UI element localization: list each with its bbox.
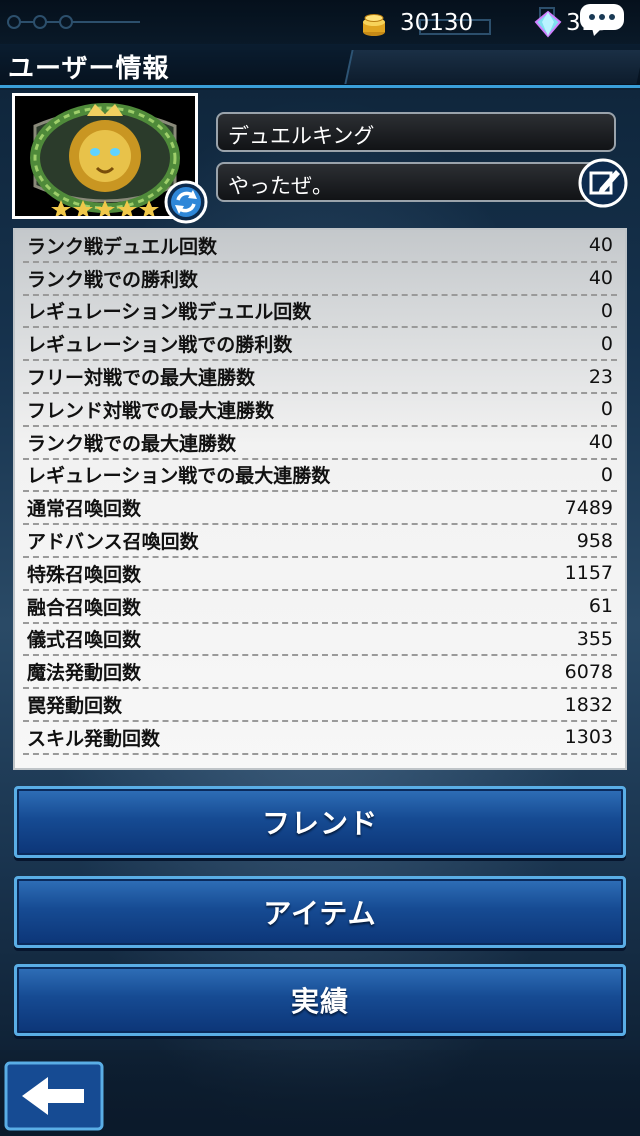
- back-button[interactable]: [4, 1061, 104, 1131]
- list-item: 儀式召喚回数 355: [23, 624, 617, 657]
- currency-bar: [344, 50, 640, 84]
- stat-value: 6078: [564, 660, 613, 683]
- stat-label: レギュレーション戦での最大連勝数: [27, 465, 331, 488]
- item-button[interactable]: アイテム: [14, 876, 626, 948]
- stat-label: 通常召喚回数: [27, 498, 142, 521]
- stat-value: 958: [576, 529, 613, 552]
- stat-label: フレンド対戦での最大連勝数: [27, 399, 275, 422]
- stats-list[interactable]: ランク戦デュエル回数 40 ランク戦での勝利数 40 レギュレーション戦デュエル回数…: [13, 228, 627, 770]
- stat-label: ランク戦デュエル回数: [27, 235, 218, 258]
- stat-value: 0: [600, 332, 613, 355]
- achievement-button-label: 実績: [290, 985, 349, 1018]
- page-title: ユーザー情報: [8, 54, 170, 84]
- player-comment-field: やったぜ。: [216, 162, 616, 202]
- friend-button-label: フレンド: [261, 807, 378, 840]
- stat-value: 23: [588, 365, 613, 388]
- stat-label: ランク戦での最大連勝数: [27, 432, 237, 455]
- list-item: フレンド対戦での最大連勝数 0: [23, 394, 617, 427]
- achievement-button[interactable]: 実績: [14, 964, 626, 1036]
- list-item: レギュレーション戦での勝利数 0: [23, 328, 617, 362]
- list-item: レギュレーション戦デュエル回数 0: [23, 296, 617, 329]
- stat-label: ランク戦での勝利数: [27, 268, 199, 291]
- list-item: 融合召喚回数 61: [23, 591, 617, 624]
- stat-value: 40: [588, 267, 613, 290]
- list-item: レギュレーション戦での最大連勝数 0: [23, 460, 617, 493]
- list-item: アドバンス召喚回数 958: [23, 525, 617, 558]
- chat-icon[interactable]: [578, 2, 626, 38]
- stat-label: 特殊召喚回数: [27, 563, 142, 586]
- stat-label: 儀式召喚回数: [27, 629, 142, 652]
- stat-value: 0: [600, 463, 613, 486]
- stat-label: スキル発動回数: [27, 727, 161, 750]
- stat-value: 61: [588, 595, 613, 618]
- list-item: 魔法発動回数 6078: [23, 656, 617, 690]
- list-item: 特殊召喚回数 1157: [23, 558, 617, 591]
- list-item: 通常召喚回数 7489: [23, 492, 617, 526]
- stat-label: アドバンス召喚回数: [27, 531, 199, 554]
- player-name-field: デュエルキング: [216, 112, 616, 152]
- edit-icon[interactable]: [578, 158, 628, 208]
- stat-label: レギュレーション戦デュエル回数: [27, 301, 312, 324]
- stat-label: 罠発動回数: [27, 695, 123, 718]
- list-item: ランク戦デュエル回数 40: [23, 230, 617, 263]
- list-item: 罠発動回数 1832: [23, 689, 617, 722]
- stat-value: 0: [600, 299, 613, 322]
- stat-value: 40: [588, 431, 613, 454]
- stat-value: 1832: [564, 693, 613, 716]
- stat-label: フリー対戦での最大連勝数: [27, 367, 256, 390]
- stat-value: 1303: [564, 726, 613, 749]
- stat-label: 融合召喚回数: [27, 596, 142, 619]
- stat-value: 7489: [564, 496, 613, 519]
- list-item: スキル発動回数 1303: [23, 722, 617, 755]
- list-item: ランク戦での最大連勝数 40: [23, 427, 617, 460]
- stat-value: 0: [600, 398, 613, 421]
- friend-button[interactable]: フレンド: [14, 786, 626, 858]
- stat-label: レギュレーション戦での勝利数: [27, 334, 293, 357]
- coin-icon: [363, 14, 385, 36]
- coin-count: 30130: [400, 10, 474, 36]
- list-item: ランク戦での勝利数 40: [23, 263, 617, 296]
- item-button-label: アイテム: [263, 897, 377, 930]
- stat-value: 1157: [564, 562, 613, 585]
- refresh-icon[interactable]: [164, 180, 208, 224]
- header-bar: ユーザー情報: [0, 44, 640, 88]
- list-item: フリー対戦での最大連勝数 23: [23, 361, 617, 394]
- gem-icon: [534, 10, 562, 38]
- stat-value: 355: [576, 627, 613, 650]
- stat-value: 40: [588, 234, 613, 257]
- stat-label: 魔法発動回数: [27, 662, 142, 685]
